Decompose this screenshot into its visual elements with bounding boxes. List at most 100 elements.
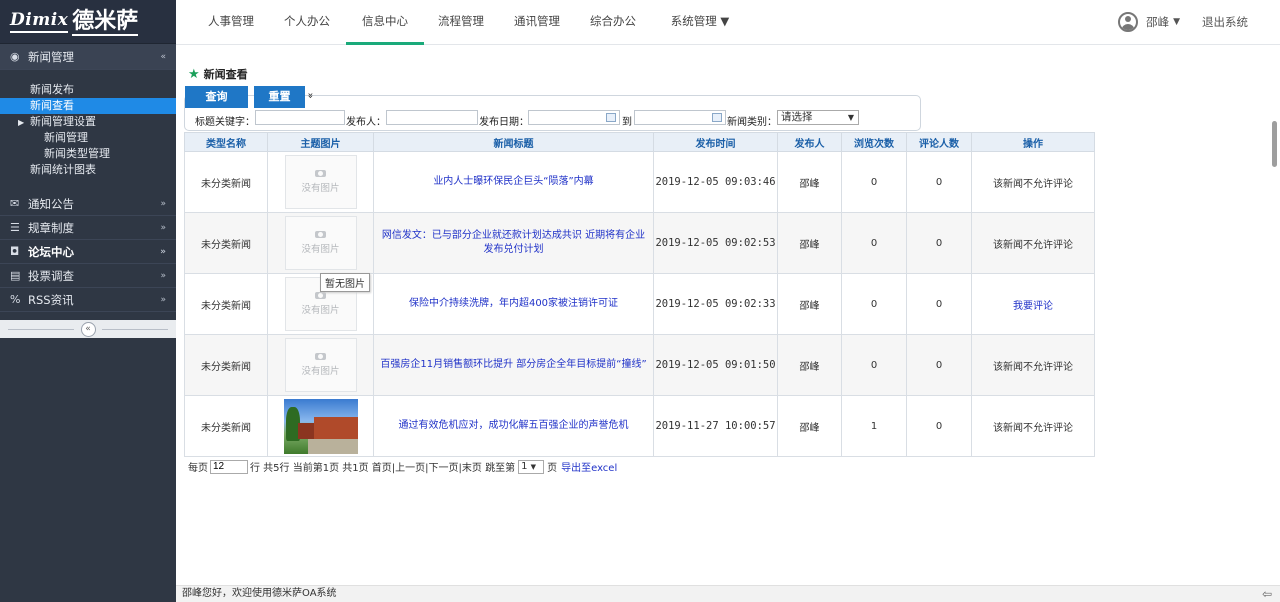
camera-icon — [315, 292, 326, 299]
cell-type: 未分类新闻 — [184, 334, 268, 396]
page-title: ★ 新闻查看 — [188, 66, 248, 82]
no-image-text: 没有图片 — [301, 366, 340, 377]
cell-views: 0 — [841, 334, 907, 396]
publisher-input[interactable] — [386, 110, 478, 125]
cell-comments: 0 — [906, 395, 972, 457]
sidebar-section-forum[interactable]: ◘ 论坛中心 » — [0, 240, 176, 264]
scrollbar-thumb[interactable] — [1272, 121, 1277, 167]
comment-link[interactable]: 我要评论 — [971, 273, 1095, 335]
date-to-input[interactable] — [634, 110, 726, 125]
export-excel-link[interactable]: 导出至excel — [561, 459, 617, 474]
no-image-placeholder[interactable]: 没有图片 — [284, 155, 357, 209]
column-header[interactable]: 类型名称 — [184, 132, 268, 152]
sidebar-item-news-type-manage[interactable]: 新闻类型管理 — [0, 146, 176, 162]
no-image-placeholder[interactable]: 没有图片 — [284, 216, 357, 270]
news-title-link[interactable]: 业内人士曝环保民企巨头“陨落”内幕 — [373, 151, 654, 213]
cell-time: 2019-11-27 10:00:57 — [653, 395, 778, 457]
sidebar-item-news-manage[interactable]: 新闻管理 — [0, 130, 176, 146]
column-header[interactable]: 发布人 — [777, 132, 842, 152]
tab-info-center[interactable]: 信息中心 — [346, 0, 424, 45]
cell-views: 0 — [841, 273, 907, 335]
page-select[interactable]: 1 ▼ — [518, 459, 545, 474]
table-row: 未分类新闻 没有图片 百强房企11月销售额环比提升 部分房企全年目标提前“撞线”… — [184, 334, 1095, 396]
sidebar-section-vote[interactable]: ▤ 投票调查 » — [0, 264, 176, 288]
sidebar-item-news-settings[interactable]: ▶ 新闻管理设置 — [0, 114, 176, 130]
sidebar-section-rss[interactable]: % RSS资讯 » — [0, 288, 176, 312]
tab-hr[interactable]: 人事管理 — [198, 0, 264, 45]
tab-system-manage[interactable]: 系统管理 ▼ — [660, 0, 740, 45]
divider — [8, 329, 74, 330]
sidebar-item-news-view[interactable]: 新闻查看 — [0, 98, 176, 114]
news-table: 类型名称 主题图片 新闻标题 发布时间 发布人 浏览次数 评论人数 操作 未分类… — [184, 132, 1095, 457]
sidebar-item-news-stats[interactable]: 新闻统计图表 — [0, 162, 176, 178]
news-title-link[interactable]: 通过有效危机应对，成功化解五百强企业的声誉危机 — [373, 395, 654, 457]
cell-time: 2019-12-05 09:03:46 — [653, 151, 778, 213]
vertical-scrollbar[interactable] — [1270, 45, 1280, 585]
cell-type: 未分类新闻 — [184, 212, 268, 274]
date-to-label: 到 — [622, 117, 632, 128]
tab-personal-office[interactable]: 个人办公 — [274, 0, 340, 45]
reset-button[interactable]: 重置 — [254, 86, 305, 108]
logout-link[interactable]: 退出系统 — [1202, 14, 1248, 30]
news-title-link[interactable]: 网信发文：已与部分企业就还款计划达成共识 近期将有企业发布兑付计划 — [373, 212, 654, 274]
sidebar-collapse-bar: « — [0, 320, 176, 338]
cell-publisher: 邵峰 — [777, 395, 842, 457]
star-icon: ★ — [188, 66, 200, 82]
news-title-link[interactable]: 百强房企11月销售额环比提升 部分房企全年目标提前“撞线” — [373, 334, 654, 396]
date-from-input[interactable] — [528, 110, 620, 125]
vote-icon: ▤ — [10, 269, 21, 282]
calendar-icon[interactable] — [606, 113, 616, 122]
chevron-down-icon[interactable]: ▼ — [1173, 17, 1180, 27]
tab-communication[interactable]: 通讯管理 — [504, 0, 570, 45]
avatar-icon[interactable] — [1118, 12, 1139, 32]
no-image-text: 没有图片 — [301, 183, 340, 194]
cell-views: 0 — [841, 151, 907, 213]
expand-search-icon[interactable]: » — [305, 92, 316, 98]
per-page-input[interactable] — [210, 459, 248, 474]
logo-cn: 德米萨 — [72, 7, 139, 36]
sidebar-section-notice[interactable]: ✉ 通知公告 » — [0, 192, 176, 216]
camera-icon — [315, 170, 326, 177]
news-thumbnail-image[interactable] — [283, 398, 358, 454]
user-name[interactable]: 邵峰 — [1146, 14, 1169, 30]
expand-arrow-icon: ▶ — [18, 118, 25, 127]
sidebar-collapse-button[interactable]: « — [80, 321, 96, 337]
sidebar-item-news-publish[interactable]: 新闻发布 — [0, 82, 176, 98]
collapse-chevron-icon: « — [160, 51, 166, 62]
column-header[interactable]: 评论人数 — [906, 132, 972, 152]
sidebar-section-news[interactable]: ◉ 新闻管理 « — [0, 44, 176, 70]
keyword-input[interactable] — [255, 110, 345, 125]
no-image-placeholder[interactable]: 没有图片 — [284, 338, 357, 392]
tab-workflow[interactable]: 流程管理 — [428, 0, 494, 45]
sidebar-section-label: 规章制度 — [28, 220, 74, 235]
divider — [102, 329, 168, 330]
cell-publisher: 邵峰 — [777, 334, 842, 396]
column-header[interactable]: 发布时间 — [653, 132, 778, 152]
table-row: 未分类新闻 通过有效危机应对，成功化解五百强企业的声誉危机 2019-11-27… — [184, 395, 1095, 457]
column-header[interactable]: 浏览次数 — [841, 132, 907, 152]
column-header[interactable]: 主题图片 — [267, 132, 374, 152]
news-submenu: 新闻发布 新闻查看 ▶ 新闻管理设置 新闻管理 新闻类型管理 新闻统计图表 — [0, 70, 176, 192]
back-icon[interactable]: ⇦ — [1262, 586, 1272, 602]
column-header[interactable]: 新闻标题 — [373, 132, 654, 152]
camera-icon — [315, 353, 326, 360]
cell-time: 2019-12-05 09:02:53 — [653, 212, 778, 274]
tab-general-office[interactable]: 综合办公 — [580, 0, 646, 45]
cell-action: 该新闻不允许评论 — [971, 334, 1095, 396]
cell-comments: 0 — [906, 151, 972, 213]
sidebar-section-label: 论坛中心 — [28, 244, 74, 259]
query-button[interactable]: 查询 — [185, 86, 248, 108]
sidebar: Dimix 德米萨 ◉ 新闻管理 « 新闻发布 新闻查看 ▶ 新闻管理设置 新闻管… — [0, 0, 176, 602]
logo-text: Dimix — [10, 10, 69, 33]
column-header[interactable]: 操作 — [971, 132, 1095, 152]
expand-chevron-icon: » — [160, 246, 166, 257]
news-type-select[interactable]: 请选择 ▼ — [777, 110, 859, 125]
table-row: 未分类新闻 没有图片 网信发文：已与部分企业就还款计划达成共识 近期将有企业发布… — [184, 212, 1095, 274]
pager-summary[interactable]: 行 共5行 当前第1页 共1页 首页|上一页|下一页|末页 跳至第 — [250, 459, 515, 474]
date-label: 发布日期： — [479, 117, 529, 128]
sidebar-section-rules[interactable]: ☰ 规章制度 » — [0, 216, 176, 240]
list-icon: ☰ — [10, 221, 20, 234]
cell-image: 没有图片 — [267, 212, 374, 274]
news-title-link[interactable]: 保险中介持续洗牌，年内超400家被注销许可证 — [373, 273, 654, 335]
calendar-icon[interactable] — [712, 113, 722, 122]
